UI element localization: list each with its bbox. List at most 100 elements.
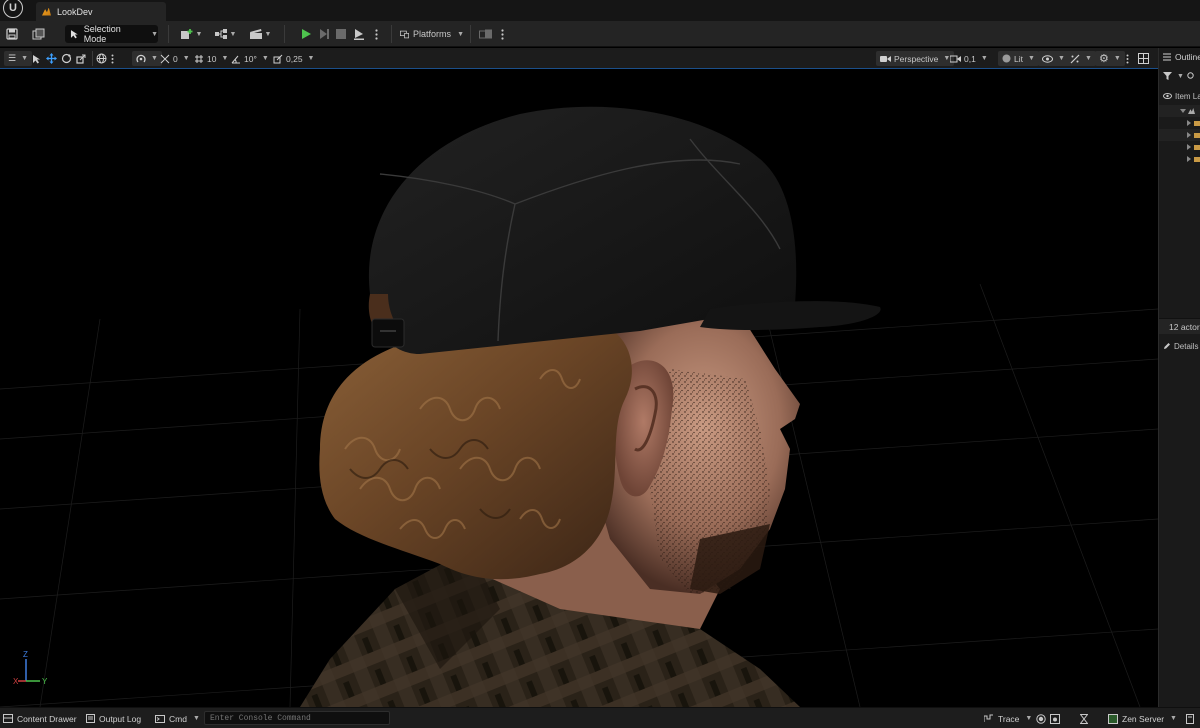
gear-icon: ⚙ bbox=[1099, 53, 1109, 65]
blueprint-button[interactable]: ▼ bbox=[212, 25, 238, 43]
play-button[interactable] bbox=[298, 25, 314, 43]
camera-speed-icon bbox=[950, 55, 961, 62]
trace-icon bbox=[984, 714, 993, 722]
layout-icon[interactable] bbox=[1138, 51, 1149, 66]
show-flags-button[interactable]: ▼ bbox=[1038, 51, 1069, 66]
unreal-logo-icon[interactable]: U bbox=[0, 0, 26, 21]
content-drawer-button[interactable]: Content Drawer bbox=[3, 711, 77, 726]
lighting-mode-dropdown[interactable]: Lit ▼ bbox=[998, 51, 1039, 66]
scale-snap-button[interactable]: 0,25 ▼ bbox=[273, 51, 314, 66]
viewport-more-icon[interactable] bbox=[111, 51, 114, 66]
output-log-label: Output Log bbox=[99, 713, 142, 724]
folder-icon bbox=[1194, 120, 1200, 126]
play-icon bbox=[302, 29, 311, 39]
outliner-icon bbox=[1163, 53, 1171, 61]
output-log-icon bbox=[86, 714, 95, 723]
add-actor-button[interactable]: ▼ bbox=[178, 25, 204, 43]
separator bbox=[284, 25, 285, 43]
tree-row-folder[interactable] bbox=[1187, 153, 1200, 165]
stop-button[interactable] bbox=[333, 25, 349, 43]
selection-mode-label: Selection Mode bbox=[83, 24, 121, 44]
cap-buckle bbox=[371, 318, 405, 348]
content-drawer-label: Content Drawer bbox=[17, 713, 77, 724]
axis-x-label: X bbox=[13, 677, 19, 686]
translate-tool-icon[interactable] bbox=[46, 51, 57, 66]
level-tab-label: LookDev bbox=[57, 6, 93, 17]
output-log-button[interactable]: Output Log bbox=[86, 711, 141, 726]
chevron-right-icon bbox=[1187, 156, 1191, 162]
trace-label: Trace bbox=[998, 713, 1020, 724]
tree-row-folder[interactable] bbox=[1187, 129, 1200, 141]
rotate-tool-icon[interactable] bbox=[61, 51, 72, 66]
cmd-label: Cmd bbox=[169, 713, 187, 724]
rotation-snap-value: 10° bbox=[244, 53, 257, 64]
rotation-snap-button[interactable]: 10° ▼ bbox=[231, 51, 269, 66]
actor-count-bar: 12 actors bbox=[1159, 318, 1200, 334]
screenshot-icon[interactable] bbox=[1050, 711, 1060, 726]
angle-snap-value: 0 bbox=[173, 53, 178, 64]
filter-button[interactable]: ▼ bbox=[1163, 70, 1195, 82]
scalability-icon bbox=[1070, 54, 1080, 63]
viewport-toolbar: ☰ ▼ ▼ 0 ▼ 10 ▼ 10° ▼ 0,25 ▼ Perspective ▼ bbox=[0, 48, 1158, 69]
platforms-label: Platforms bbox=[413, 29, 452, 39]
scale-tool-icon[interactable] bbox=[76, 51, 86, 66]
scale-snap-icon bbox=[273, 54, 283, 63]
chevron-right-icon bbox=[1187, 132, 1191, 138]
viewport-menu-button[interactable]: ☰ ▼ bbox=[4, 51, 33, 66]
tab-outliner[interactable]: Outliner bbox=[1163, 50, 1200, 64]
filter-icon bbox=[1163, 72, 1172, 80]
tree-row-folder[interactable] bbox=[1187, 141, 1200, 153]
hair bbox=[319, 324, 632, 580]
camera-icon bbox=[880, 55, 891, 62]
scalability-button[interactable]: ▼ bbox=[1066, 51, 1096, 66]
axis-z-label: Z bbox=[23, 650, 28, 659]
content-browser-icon[interactable] bbox=[30, 25, 46, 43]
cmd-dropdown[interactable]: Cmd ▼ bbox=[155, 711, 200, 726]
tree-row-folder[interactable] bbox=[1187, 117, 1200, 129]
pencil-icon bbox=[1164, 343, 1170, 349]
select-tool-icon[interactable] bbox=[32, 51, 41, 66]
advance-frame-button[interactable] bbox=[316, 25, 332, 43]
selection-mode-dropdown[interactable]: Selection Mode ▼ bbox=[65, 24, 158, 44]
source-control-icon[interactable] bbox=[1186, 711, 1194, 726]
content-drawer-icon bbox=[3, 714, 13, 723]
chevron-right-icon bbox=[1187, 144, 1191, 150]
separator bbox=[168, 25, 169, 43]
zen-server-dropdown[interactable]: Zen Server ▼ bbox=[1108, 711, 1177, 726]
view-mode-label: Perspective bbox=[894, 53, 939, 64]
record-icon[interactable] bbox=[1036, 711, 1046, 726]
level-icon bbox=[42, 7, 51, 16]
platforms-icon bbox=[400, 30, 410, 38]
tab-details[interactable]: Details bbox=[1163, 340, 1198, 352]
hamburger-icon: ☰ bbox=[8, 53, 17, 63]
perspective-dropdown[interactable]: Perspective ▼ bbox=[876, 51, 955, 66]
world-space-icon[interactable] bbox=[96, 51, 107, 66]
level-tab[interactable]: LookDev bbox=[36, 2, 166, 21]
level-viewport[interactable]: Z X Y bbox=[0, 69, 1158, 707]
tree-row-level[interactable] bbox=[1180, 105, 1195, 117]
viewport-settings-button[interactable]: ⚙ ▼ bbox=[1095, 51, 1125, 66]
save-icon[interactable] bbox=[4, 25, 20, 43]
eject-button[interactable] bbox=[351, 25, 367, 43]
camera-speed-dropdown[interactable]: 0,1 ▼ bbox=[950, 51, 988, 66]
console-command-input[interactable] bbox=[204, 711, 390, 725]
settings-sync-icon[interactable] bbox=[478, 25, 494, 43]
play-options-icon[interactable] bbox=[373, 25, 379, 43]
folder-icon bbox=[1194, 156, 1200, 162]
column-header[interactable]: Item Label bbox=[1163, 90, 1200, 102]
more-options-icon[interactable] bbox=[499, 25, 505, 43]
status-bar: Content Drawer Output Log Cmd▼ Trace▼ Ze… bbox=[0, 707, 1200, 728]
grid-snap-value: 10 bbox=[207, 53, 217, 64]
grid-snap-button[interactable]: 10 ▼ bbox=[194, 51, 228, 66]
angle-snap-button[interactable]: 0 ▼ bbox=[160, 51, 190, 66]
viewport-options-icon[interactable] bbox=[1126, 51, 1129, 66]
details-tab-label: Details bbox=[1174, 341, 1199, 351]
chevron-down-icon: ▼ bbox=[151, 30, 158, 38]
trace-dropdown[interactable]: Trace ▼ bbox=[984, 711, 1032, 726]
cinematics-button[interactable]: ▼ bbox=[247, 25, 273, 43]
chevron-down-icon bbox=[1180, 109, 1186, 113]
platforms-dropdown[interactable]: Platforms ▼ bbox=[400, 25, 464, 43]
terminal-icon bbox=[155, 714, 165, 723]
derived-data-icon[interactable] bbox=[1080, 711, 1088, 726]
surface-snap-button[interactable]: ▼ bbox=[132, 51, 162, 66]
